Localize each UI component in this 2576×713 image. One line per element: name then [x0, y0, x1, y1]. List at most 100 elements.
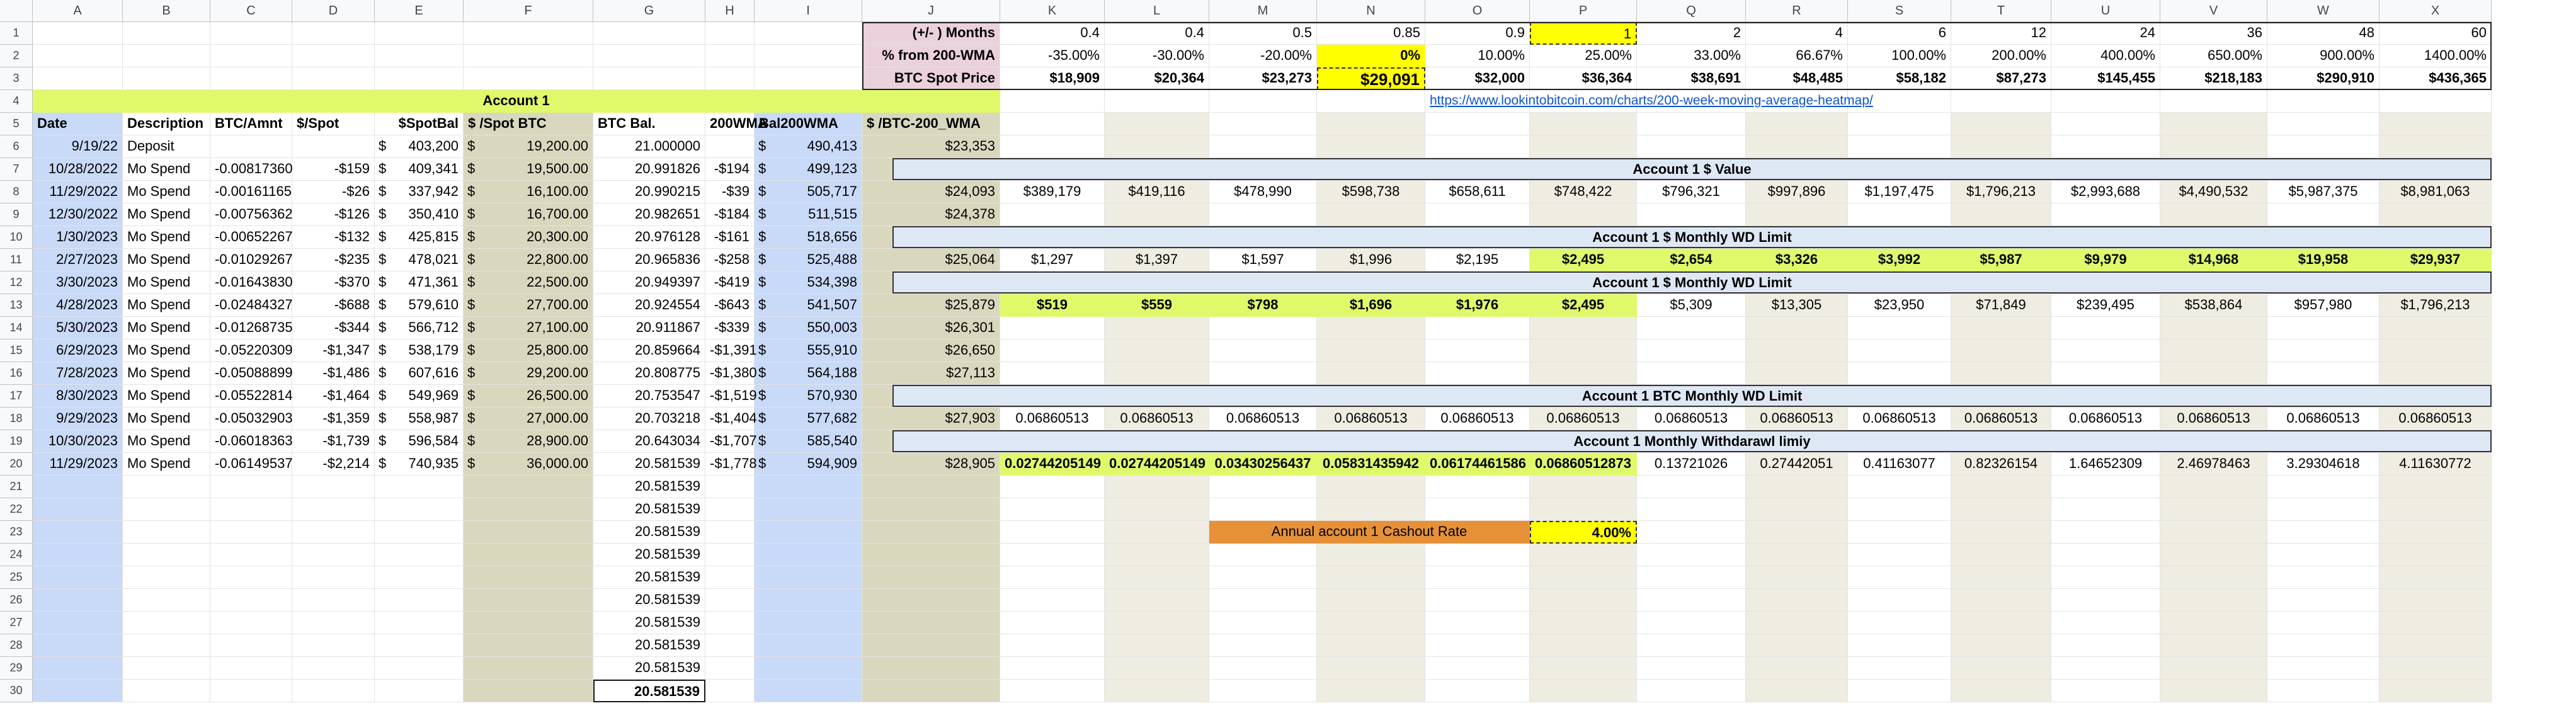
grid-cell[interactable]: [123, 589, 210, 612]
column-title-b[interactable]: Description: [123, 113, 210, 135]
bal-200wma-cell[interactable]: $505,717: [755, 181, 862, 203]
grid-cell[interactable]: [1317, 589, 1425, 612]
row-header-14[interactable]: 14: [0, 317, 33, 339]
column-header-x[interactable]: X: [2379, 0, 2492, 22]
grid-cell[interactable]: [1317, 544, 1425, 566]
grid-cell[interactable]: [1530, 544, 1637, 566]
row-header-29[interactable]: 29: [0, 657, 33, 680]
bal-200wma-cell[interactable]: $525,488: [755, 249, 862, 271]
grid-cell[interactable]: [123, 657, 210, 680]
grid-cell[interactable]: [1105, 680, 1209, 702]
date-cell[interactable]: 11/29/2022: [33, 181, 123, 203]
account-value-cell[interactable]: $1,796,213: [1951, 181, 2051, 203]
grid-cell[interactable]: [123, 67, 210, 90]
grid-cell[interactable]: [2051, 135, 2160, 158]
grid-cell[interactable]: [1105, 339, 1209, 362]
row-header-19[interactable]: 19: [0, 430, 33, 453]
grid-cell[interactable]: [33, 566, 123, 589]
wma-cell[interactable]: -$1,404: [705, 408, 757, 430]
description-cell[interactable]: Mo Spend: [123, 294, 210, 317]
grid-cell[interactable]: [464, 657, 593, 680]
column-header-a[interactable]: A: [33, 0, 123, 22]
wma-cell[interactable]: -$419: [705, 271, 755, 294]
date-cell[interactable]: 6/29/2023: [33, 339, 123, 362]
grid-cell[interactable]: [2379, 476, 2492, 498]
btc-amount-cell[interactable]: -0.06149537: [210, 453, 293, 476]
grid-cell[interactable]: [1105, 90, 1209, 113]
grid-cell[interactable]: [2051, 657, 2160, 680]
btc-balance-cell[interactable]: 21.000000: [593, 135, 705, 158]
grid-cell[interactable]: [210, 589, 292, 612]
spot-balance-cell[interactable]: $409,341: [375, 158, 464, 181]
grid-cell[interactable]: [210, 680, 292, 702]
btc-wd-cell[interactable]: 0.06860513: [1000, 408, 1105, 430]
months-cell[interactable]: 48: [2267, 22, 2379, 45]
grid-cell[interactable]: [33, 657, 123, 680]
monthly-wd2-cell[interactable]: $23,950: [1848, 294, 1951, 317]
btc-balance-cell[interactable]: 20.643034: [593, 430, 705, 453]
grid-cell[interactable]: [210, 67, 292, 90]
grid-cell[interactable]: [1637, 521, 1746, 544]
grid-cell[interactable]: [464, 612, 593, 634]
grid-cell[interactable]: [292, 566, 375, 589]
grid-cell[interactable]: [33, 544, 123, 566]
grid-cell[interactable]: [123, 544, 210, 566]
grid-cell[interactable]: [1317, 317, 1425, 339]
btc-wd-cell[interactable]: 0.06860513: [1530, 408, 1637, 430]
grid-cell[interactable]: [1848, 544, 1951, 566]
grid-cell[interactable]: [1000, 476, 1105, 498]
grid-cell[interactable]: [2051, 317, 2160, 339]
btc-amount-cell[interactable]: -0.05522814: [210, 385, 293, 408]
row-header-20[interactable]: 20: [0, 453, 33, 476]
withdrawal-cell[interactable]: 4.11630772: [2379, 453, 2492, 476]
grid-cell[interactable]: [2267, 135, 2379, 158]
column-header-k[interactable]: K: [1000, 0, 1105, 22]
grid-cell[interactable]: [1105, 566, 1209, 589]
grid-cell[interactable]: [2160, 680, 2267, 702]
btc-spot-price-cell[interactable]: $18,909: [1000, 67, 1105, 90]
grid-cell[interactable]: [1951, 612, 2051, 634]
grid-cell[interactable]: [2051, 544, 2160, 566]
top-table-label[interactable]: BTC Spot Price: [862, 67, 1000, 90]
btc-200wma-cell[interactable]: $25,064: [862, 249, 1000, 271]
grid-cell[interactable]: [1105, 113, 1209, 135]
grid-cell[interactable]: [705, 566, 755, 589]
grid-cell[interactable]: [1637, 498, 1746, 521]
grid-cell[interactable]: [123, 634, 210, 657]
row-header-6[interactable]: 6: [0, 135, 33, 158]
wma-cell[interactable]: -$1,380: [705, 362, 757, 385]
btc-amount-cell[interactable]: -0.01643830: [210, 271, 293, 294]
grid-cell[interactable]: [1746, 498, 1848, 521]
row-header-9[interactable]: 9: [0, 203, 33, 226]
months-cell[interactable]: 0.4: [1000, 22, 1105, 45]
grid-cell[interactable]: [292, 22, 375, 45]
grid-cell[interactable]: [1209, 498, 1317, 521]
btc-amount-cell[interactable]: -0.00161165: [210, 181, 292, 203]
grid-cell[interactable]: [2051, 339, 2160, 362]
row-header-12[interactable]: 12: [0, 271, 33, 294]
spot-balance-cell[interactable]: $607,616: [375, 362, 464, 385]
account-value-cell[interactable]: $748,422: [1530, 181, 1637, 203]
grid-cell[interactable]: [1848, 317, 1951, 339]
wma-cell[interactable]: -$1,778: [705, 453, 757, 476]
grid-cell[interactable]: [1317, 203, 1425, 226]
bal-200wma-cell[interactable]: $511,515: [755, 203, 862, 226]
grid-cell[interactable]: [1317, 339, 1425, 362]
row-header-3[interactable]: 3: [0, 67, 33, 90]
btc-balance-cell[interactable]: 20.581539: [593, 657, 705, 680]
btc-balance-cell[interactable]: 20.581539: [593, 589, 705, 612]
grid-cell[interactable]: [1637, 339, 1746, 362]
grid-cell[interactable]: [1637, 476, 1746, 498]
grid-cell[interactable]: [705, 476, 755, 498]
btc-spot-price-cell[interactable]: $29,091: [1317, 67, 1425, 90]
grid-cell[interactable]: [464, 498, 593, 521]
grid-cell[interactable]: [1105, 135, 1209, 158]
date-cell[interactable]: 3/30/2023: [33, 271, 123, 294]
description-cell[interactable]: Mo Spend: [123, 408, 210, 430]
grid-cell[interactable]: [1848, 634, 1951, 657]
monthly-wd-cell[interactable]: $1,297: [1000, 249, 1105, 271]
row-header-24[interactable]: 24: [0, 544, 33, 566]
months-cell[interactable]: 60: [2379, 22, 2492, 45]
grid-cell[interactable]: [862, 634, 1000, 657]
grid-cell[interactable]: [1746, 589, 1848, 612]
